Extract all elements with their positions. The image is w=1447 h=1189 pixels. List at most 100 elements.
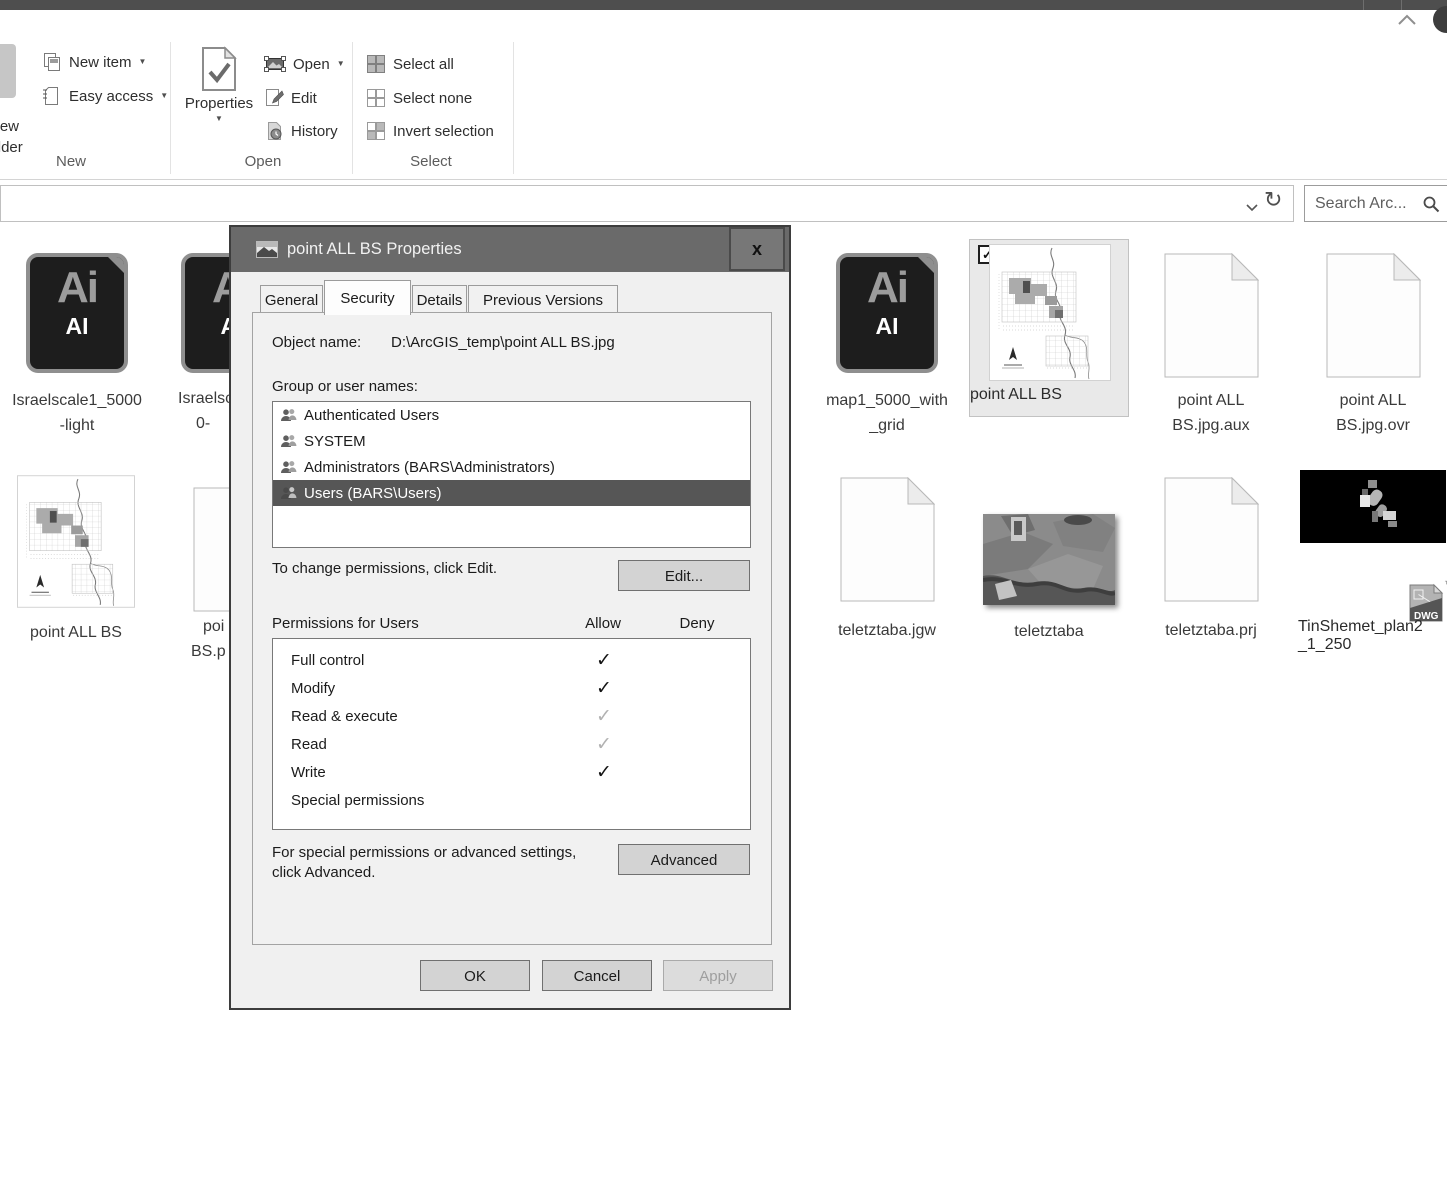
easy-access-label: Easy access [69, 88, 153, 105]
dropdown-arrow-icon: ▼ [337, 60, 345, 68]
address-dropdown-button[interactable] [1245, 199, 1259, 217]
dialog-title-bar: point ALL BS Properties x [231, 227, 789, 272]
group-row-administrators[interactable]: Administrators (BARS\Administrators) [273, 454, 750, 480]
address-bar [0, 185, 1294, 222]
refresh-button[interactable]: ↻ [1264, 188, 1282, 213]
address-input[interactable] [7, 189, 1211, 219]
group-name: Administrators (BARS\Administrators) [304, 459, 555, 476]
file-label: poi [203, 618, 224, 636]
tab-details[interactable]: Details [412, 285, 467, 314]
easy-access-button[interactable]: Easy access ▼ [42, 83, 168, 109]
edit-permissions-button[interactable]: Edit... [618, 560, 750, 591]
object-name-value: D:\ArcGIS_temp\point ALL BS.jpg [391, 334, 615, 351]
group-row-users[interactable]: Users (BARS\Users) [273, 480, 750, 506]
edit-button[interactable]: Edit [264, 85, 317, 111]
permission-row-read-execute: Read & execute ✓ [273, 702, 750, 730]
account-circle-button[interactable] [1433, 6, 1447, 33]
file-label: teletztaba.prj [1131, 618, 1291, 643]
file-item[interactable]: teletztaba.jgw [807, 477, 967, 643]
file-label: teletztaba [969, 619, 1129, 644]
allow-checkmark-icon: ✓ [596, 733, 612, 755]
file-label: point ALL BS [1, 620, 151, 645]
ribbon-group-label-select: Select [356, 153, 506, 170]
map-thumbnail [989, 244, 1111, 381]
explorer-window: New folder New item ▼ Easy access ▼ New … [0, 0, 1447, 1189]
tab-previous-versions[interactable]: Previous Versions [468, 285, 618, 314]
group-row-system[interactable]: SYSTEM [273, 428, 750, 454]
group-name: SYSTEM [304, 433, 366, 450]
permission-row-read: Read ✓ [273, 730, 750, 758]
object-name-label: Object name: [272, 334, 361, 351]
permission-row-modify: Modify ✓ [273, 674, 750, 702]
new-folder-button[interactable]: New folder [0, 116, 44, 158]
file-label: Israelscale1_5000-light [0, 388, 157, 438]
file-item[interactable]: teletztaba [969, 514, 1129, 644]
search-input[interactable] [1313, 190, 1417, 218]
history-label: History [291, 123, 338, 140]
file-item[interactable]: Ai AI Israelscale1_5000-light [0, 253, 157, 438]
document-icon [1164, 253, 1259, 378]
select-none-button[interactable]: Select none [366, 85, 472, 111]
ai-icon-subtext: AI [840, 313, 934, 340]
apply-button[interactable]: Apply [663, 960, 773, 991]
allow-checkmark-icon: ✓ [596, 649, 612, 671]
open-label: Open [293, 56, 330, 73]
open-icon [264, 55, 286, 73]
dropdown-arrow-icon: ▼ [215, 115, 223, 123]
ok-button[interactable]: OK [420, 960, 530, 991]
close-button[interactable]: x [729, 227, 785, 271]
file-label: map1_5000_with_grid [807, 388, 967, 438]
tab-security[interactable]: Security [324, 280, 411, 315]
file-item[interactable]: point ALLBS.jpg.aux [1131, 253, 1291, 438]
history-button[interactable]: History [264, 118, 338, 144]
properties-dialog: point ALL BS Properties x General Securi… [229, 225, 791, 1010]
open-button[interactable]: Open ▼ [264, 51, 345, 77]
permission-name: Write [273, 764, 576, 781]
permission-row-full-control: Full control ✓ [273, 646, 750, 674]
chevron-up-icon [1396, 13, 1418, 27]
document-icon [840, 477, 935, 602]
file-item[interactable]: Ai AI map1_5000_with_grid [807, 253, 967, 438]
dropdown-arrow-icon: ▼ [160, 92, 168, 100]
permission-name: Read [273, 736, 576, 753]
advanced-button[interactable]: Advanced [618, 844, 750, 875]
photo-thumbnail [983, 514, 1115, 605]
dwg-thumbnail [1300, 470, 1446, 543]
ribbon-collapse-button[interactable] [1396, 13, 1418, 27]
allow-column-header: Allow [575, 615, 631, 632]
cancel-button[interactable]: Cancel [542, 960, 652, 991]
invert-selection-label: Invert selection [393, 123, 494, 140]
permission-name: Special permissions [273, 792, 576, 809]
group-user-names-label: Group or user names: [272, 378, 418, 395]
document-icon [1326, 253, 1421, 378]
advanced-hint: For special permissions or advanced sett… [272, 843, 576, 883]
ribbon-group-label-new: New [0, 153, 142, 170]
new-item-icon [42, 52, 62, 72]
permissions-title: Permissions for Users [272, 615, 419, 632]
file-item[interactable]: point ALL BS [1, 475, 151, 645]
dropdown-arrow-icon: ▼ [139, 58, 147, 66]
file-label: point ALL BS [970, 386, 1130, 404]
allow-checkmark-icon: ✓ [596, 677, 612, 699]
tab-general[interactable]: General [260, 285, 323, 314]
file-label: TinShemet_plan2_1_250 [1298, 618, 1447, 654]
users-group-icon [280, 434, 297, 449]
group-row-authenticated-users[interactable]: Authenticated Users [273, 402, 750, 428]
group-name: Users (BARS\Users) [304, 485, 442, 502]
file-label: teletztaba.jgw [807, 618, 967, 643]
users-group-icon [280, 408, 297, 423]
document-icon [1164, 477, 1259, 602]
invert-selection-button[interactable]: Invert selection [366, 118, 494, 144]
file-label: Israelsc [178, 390, 233, 408]
search-icon[interactable] [1422, 195, 1440, 218]
group-user-list: Authenticated Users SYSTEM Administrator… [272, 401, 751, 548]
new-item-button[interactable]: New item ▼ [42, 49, 146, 75]
file-item[interactable]: point ALLBS.jpg.ovr [1293, 253, 1447, 438]
edit-label: Edit [291, 90, 317, 107]
file-item-selected[interactable]: ✓ point ALL BS [969, 239, 1129, 417]
select-all-button[interactable]: Select all [366, 51, 454, 77]
properties-button[interactable]: Properties ▼ [182, 46, 256, 123]
file-item[interactable]: teletztaba.prj [1131, 477, 1291, 643]
ribbon-bottom-border [0, 179, 1447, 180]
file-item[interactable]: DWG ™ TinShemet_plan2_1_250 [1298, 470, 1447, 670]
